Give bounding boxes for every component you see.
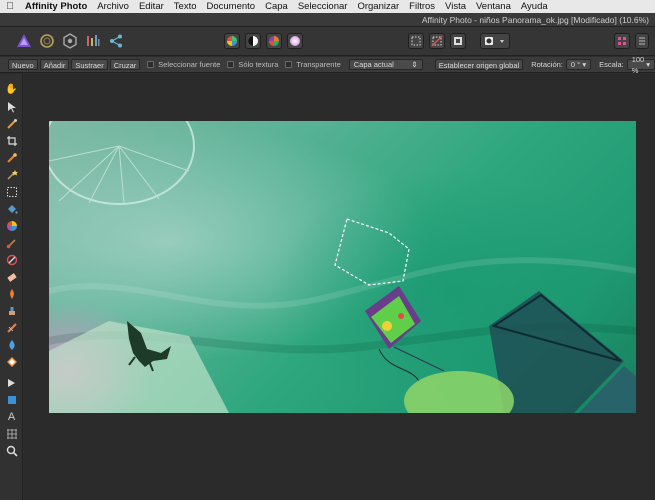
document-image[interactable] — [49, 121, 636, 413]
clone-icon[interactable] — [4, 303, 19, 318]
healing-icon[interactable] — [4, 320, 19, 335]
develop-persona-icon[interactable] — [60, 31, 80, 51]
menu-documento[interactable]: Documento — [202, 1, 261, 12]
gradient-icon[interactable] — [4, 218, 19, 233]
blur-icon[interactable] — [4, 337, 19, 352]
main-toolbar — [0, 27, 655, 56]
checkbox-icon[interactable] — [147, 61, 155, 68]
scale-label: Escala: — [599, 60, 624, 69]
transparent-label: Transparente — [296, 60, 341, 69]
set-global-origin-button[interactable]: Establecer origen global — [434, 59, 524, 70]
window-title-bar: Affinity Photo - niños Panorama_ok.jpg [… — [0, 13, 655, 27]
add-selection-button[interactable]: Añadir — [39, 59, 70, 70]
mesh-warp-icon[interactable] — [4, 426, 19, 441]
chevron-down-icon: ▾ — [582, 60, 587, 69]
rotation-value: 0 ° — [570, 60, 581, 69]
brush-select-icon[interactable] — [4, 150, 19, 165]
new-selection-button[interactable]: Nuevo — [8, 59, 38, 70]
menu-seleccionar[interactable]: Seleccionar — [293, 1, 353, 12]
menu-editar[interactable]: Editar — [134, 1, 169, 12]
invert-selection-icon[interactable] — [450, 33, 466, 49]
scale-field[interactable]: 100 % ▾ — [626, 55, 655, 75]
crop-icon[interactable] — [4, 133, 19, 148]
deselect-icon[interactable] — [429, 33, 445, 49]
studio-toggle-icon[interactable] — [635, 33, 649, 49]
selection-outline[interactable] — [334, 218, 410, 286]
levels-icon[interactable] — [224, 33, 240, 49]
context-toolbar: Nuevo Añadir Sustraer Cruzar Seleccionar… — [0, 55, 655, 75]
shape-icon[interactable] — [4, 392, 19, 407]
menu-archivo[interactable]: Archivo — [92, 1, 134, 12]
color-replace-icon[interactable] — [4, 252, 19, 267]
flood-select-icon[interactable] — [4, 167, 19, 182]
menu-vista[interactable]: Vista — [440, 1, 471, 12]
checkbox-icon[interactable] — [285, 61, 293, 68]
rotation-field[interactable]: 0 ° ▾ — [565, 59, 592, 70]
zoom-icon[interactable] — [4, 443, 19, 458]
show-marching-ants-icon[interactable] — [408, 33, 424, 49]
checkbox-icon[interactable] — [227, 61, 235, 68]
export-persona-icon[interactable] — [106, 31, 126, 51]
move-icon[interactable] — [4, 99, 19, 114]
canvas-workspace[interactable] — [24, 74, 655, 500]
transparent-toggle[interactable]: Transparente — [285, 60, 341, 69]
menu-capa[interactable]: Capa — [260, 1, 293, 12]
apple-icon[interactable]:  — [0, 1, 20, 12]
window-title: Affinity Photo - niños Panorama_ok.jpg [… — [421, 14, 649, 25]
marquee-icon[interactable] — [4, 184, 19, 199]
menu-filtros[interactable]: Filtros — [404, 1, 440, 12]
tone-mapping-persona-icon[interactable] — [83, 31, 103, 51]
select-font-toggle[interactable]: Seleccionar fuente — [147, 60, 220, 69]
hand-icon[interactable]: ✋ — [4, 82, 19, 97]
chevron-down-icon: ▾ — [646, 60, 650, 69]
menu-organizar[interactable]: Organizar — [352, 1, 404, 12]
tools-panel: ✋ A — [0, 74, 23, 500]
round-lamp-shape — [49, 121, 195, 205]
liquify-persona-icon[interactable] — [37, 31, 57, 51]
node-icon[interactable] — [4, 375, 19, 390]
color-picker-icon[interactable] — [4, 116, 19, 131]
photo-persona-icon[interactable] — [14, 31, 34, 51]
rotation-label: Rotación: — [531, 60, 563, 69]
subtract-selection-button[interactable]: Sustraer — [71, 59, 108, 70]
erase-icon[interactable] — [4, 269, 19, 284]
menu-app[interactable]: Affinity Photo — [20, 1, 92, 12]
menu-bar:  Affinity Photo Archivo Editar Texto Do… — [0, 0, 655, 13]
intersect-selection-button[interactable]: Cruzar — [109, 59, 141, 70]
layer-select-value: Capa actual — [353, 60, 394, 69]
select-font-label: Seleccionar fuente — [158, 60, 221, 69]
paint-brush-icon[interactable] — [4, 235, 19, 250]
white-balance-icon[interactable] — [287, 33, 303, 49]
color-balance-icon[interactable] — [266, 33, 282, 49]
menu-texto[interactable]: Texto — [169, 1, 202, 12]
selection-brush-icon[interactable] — [4, 354, 19, 369]
chevron-updown-icon: ⇕ — [411, 60, 418, 69]
scale-value: 100 % — [631, 54, 645, 75]
toy-box-shape — [365, 286, 445, 382]
menu-ayuda[interactable]: Ayuda — [516, 1, 553, 12]
quick-mask-dropdown[interactable] — [480, 33, 510, 49]
fill-icon[interactable] — [4, 201, 19, 216]
menu-ventana[interactable]: Ventana — [471, 1, 516, 12]
texture-only-toggle[interactable]: Sólo textura — [227, 60, 278, 69]
text-icon[interactable]: A — [4, 409, 19, 424]
contrast-icon[interactable] — [245, 33, 261, 49]
texture-only-label: Sólo textura — [238, 60, 279, 69]
dodge-icon[interactable] — [4, 286, 19, 301]
layer-select[interactable]: Capa actual ⇕ — [348, 59, 423, 70]
snapping-icon[interactable] — [614, 33, 630, 49]
